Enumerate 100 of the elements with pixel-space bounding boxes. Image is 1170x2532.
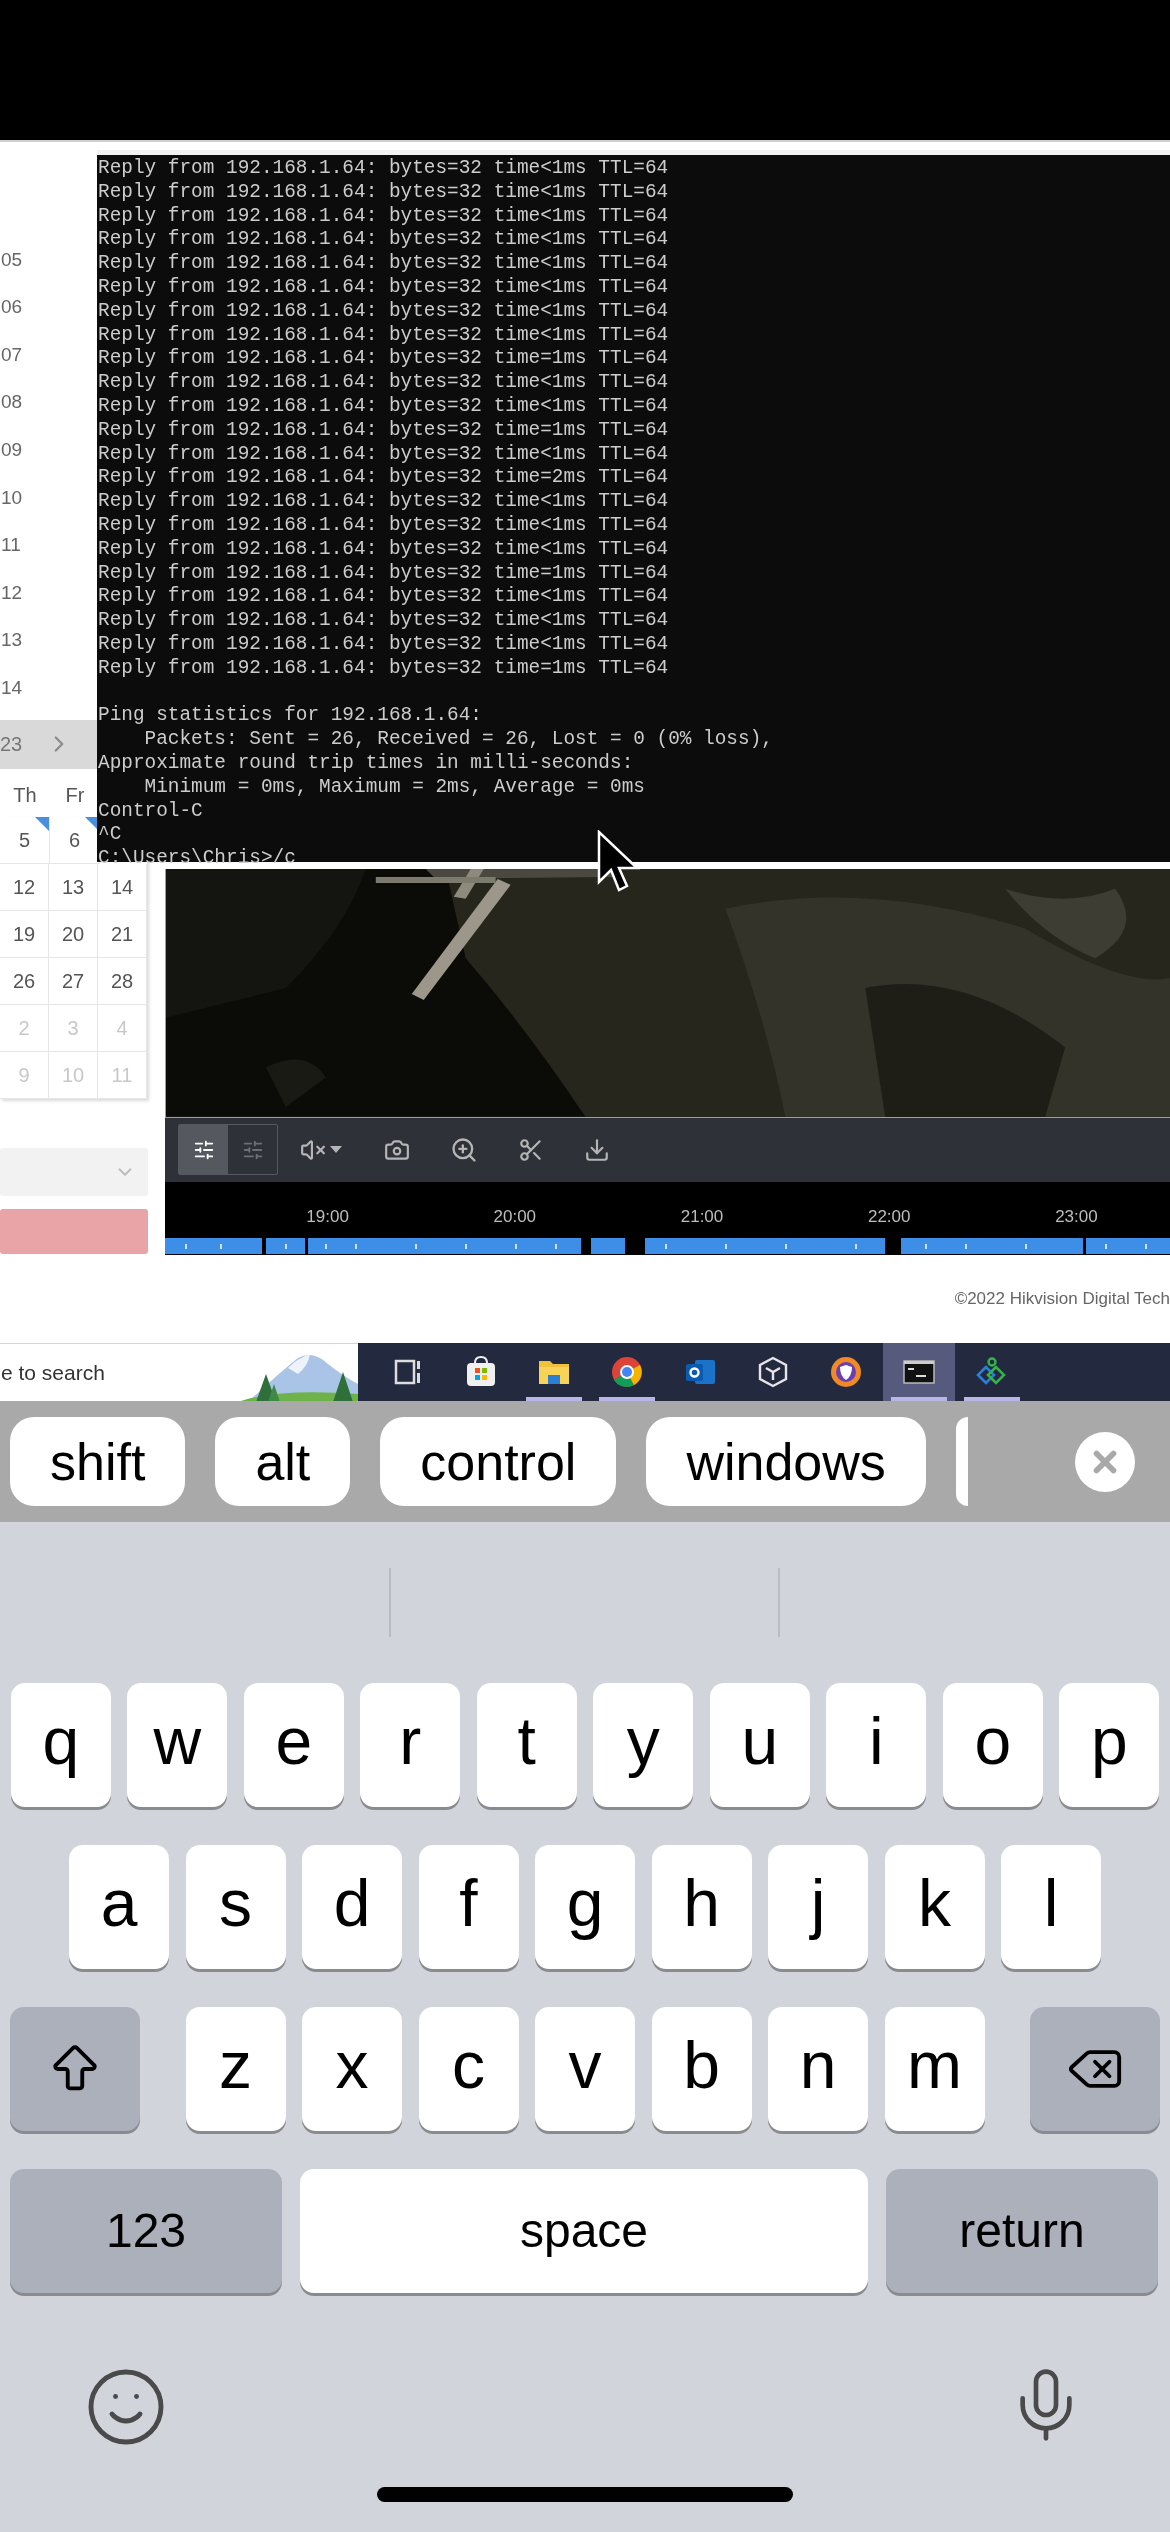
terminal-line: Reply from 192.168.1.64: bytes=32 time<1ms TTL=64 [98, 609, 669, 633]
modifier-key[interactable]: windows [646, 1417, 926, 1506]
terminal-line: Reply from 192.168.1.64: bytes=32 time<1ms TTL=64 [98, 632, 669, 657]
space-key[interactable]: space [300, 2169, 868, 2293]
delete-key[interactable] [1030, 2007, 1160, 2131]
letter-key[interactable]: f [418, 1845, 519, 1969]
letter-key[interactable]: x [302, 2007, 402, 2131]
terminal-line: Reply from 192.168.1.64: bytes=32 time<1ms TTL=64 [98, 490, 669, 514]
letter-key[interactable]: z [185, 2007, 286, 2131]
hour-label: 07 [0, 342, 23, 367]
letter-key[interactable]: o [942, 1683, 1043, 1807]
timeline-label: 23:00 [1054, 1205, 1099, 1228]
hour-label: 11 [0, 533, 21, 558]
calendar-day[interactable]: 13 [49, 863, 98, 911]
store-bag-icon [464, 1355, 498, 1389]
terminal-line: Reply from 192.168.1.64: bytes=32 time<1ms TTL=64 [98, 323, 669, 348]
hour-label: 09 [0, 437, 23, 462]
terminal-line: Packets: Sent = 26, Received = 26, Lost = 0 (0% loss), [143, 728, 773, 752]
zoom-in-icon[interactable] [450, 1135, 478, 1164]
shield-app-icon [829, 1355, 863, 1389]
hour-label: 14 [0, 675, 23, 700]
calendar-day[interactable]: 14 [98, 863, 147, 911]
letter-key[interactable]: n [768, 2007, 868, 2131]
terminal-line: Reply from 192.168.1.64: bytes=32 time=1ms TTL=64 [98, 418, 669, 443]
weekday-label: Th [12, 782, 38, 808]
terminal-line: Reply from 192.168.1.64: bytes=32 time<1ms TTL=64 [98, 204, 669, 229]
cube-icon [756, 1355, 790, 1389]
shift-key[interactable] [10, 2007, 140, 2131]
terminal-line: Reply from 192.168.1.64: bytes=32 time<1ms TTL=64 [98, 371, 669, 395]
letter-key[interactable]: e [243, 1683, 344, 1807]
terminal-line: Reply from 192.168.1.64: bytes=32 time<1ms TTL=64 [98, 513, 669, 538]
sliders-icon [192, 1138, 215, 1161]
scissors-icon[interactable] [518, 1136, 544, 1163]
download-icon[interactable] [584, 1136, 610, 1163]
modifier-key[interactable]: alt [215, 1417, 351, 1506]
month-label: 23 [0, 732, 23, 758]
calendar-day[interactable]: 12 [0, 863, 49, 911]
terminal-line: Reply from 192.168.1.64: bytes=32 time<1ms TTL=64 [98, 537, 669, 562]
terminal-line: Approximate round trip times in milli-seconds: [98, 751, 634, 776]
calendar-day[interactable]: 21 [98, 910, 147, 958]
terminal-line: Reply from 192.168.1.64: bytes=32 time<1ms TTL=64 [98, 252, 669, 276]
timeline-label: 19:00 [305, 1205, 350, 1228]
letter-key[interactable]: i [826, 1683, 927, 1807]
search-field[interactable]: e to search [0, 1343, 358, 1401]
terminal-line: Ping statistics for 192.168.1.64: [98, 704, 482, 729]
letter-key[interactable]: s [185, 1845, 286, 1969]
terminal-line: Reply from 192.168.1.64: bytes=32 time=1ms TTL=64 [98, 347, 669, 372]
copyright-text: ©2022 Hikvision Digital Tech [954, 1288, 1170, 1311]
letter-key[interactable]: r [360, 1683, 461, 1807]
terminal-line: Reply from 192.168.1.64: bytes=32 time<1ms TTL=64 [98, 442, 669, 467]
calendar-day[interactable]: 5 [0, 816, 50, 864]
dropdown-field[interactable] [0, 1147, 148, 1196]
letter-key[interactable]: m [884, 2007, 985, 2131]
recording-timeline-drawing[interactable] [165, 1237, 1170, 1254]
letter-key[interactable]: a [69, 1845, 169, 1969]
modifier-key[interactable]: control [380, 1417, 617, 1506]
letter-key[interactable]: h [651, 1845, 752, 1969]
letter-key[interactable]: y [593, 1683, 694, 1807]
letter-key[interactable]: d [302, 1845, 402, 1969]
letter-key[interactable]: j [768, 1845, 868, 1969]
terminal-line: Reply from 192.168.1.64: bytes=32 time<1ms TTL=64 [98, 276, 669, 300]
letter-key[interactable]: p [1059, 1683, 1160, 1807]
hour-label: 08 [0, 390, 23, 415]
calendar-day[interactable]: 19 [0, 910, 49, 958]
modifier-key[interactable]: shift [10, 1417, 186, 1506]
calendar-day[interactable]: 20 [49, 910, 98, 958]
timeline-label: 20:00 [492, 1205, 538, 1228]
terminal-line: Control-C [98, 799, 203, 824]
terminal-line: Reply from 192.168.1.64: bytes=32 time<1ms TTL=64 [98, 180, 669, 205]
calendar-day[interactable]: 27 [49, 957, 98, 1005]
timeline-label: 21:00 [679, 1205, 725, 1228]
taskbar-app-button[interactable] [883, 1343, 955, 1401]
calendar-day[interactable]: 28 [98, 957, 147, 1005]
view-toggle-button[interactable] [179, 1125, 228, 1175]
numbers-key[interactable]: 123 [10, 2169, 282, 2293]
terminal-line: Minimum = 0ms, Maximum = 2ms, Average = 0ms [143, 775, 645, 800]
letter-key[interactable]: q [10, 1683, 111, 1807]
hour-label: 06 [0, 295, 23, 320]
terminal-line: Reply from 192.168.1.64: bytes=32 time<1ms TTL=64 [98, 394, 669, 419]
letter-key[interactable]: g [535, 1845, 635, 1969]
sliders-icon [241, 1138, 264, 1161]
letter-key[interactable]: c [418, 2007, 519, 2131]
terminal-line: Reply from 192.168.1.64: bytes=32 time<1ms TTL=64 [98, 299, 669, 324]
terminal-line: ^C [98, 823, 122, 848]
timeline-label: 22:00 [866, 1205, 912, 1228]
hour-label: 05 [0, 247, 23, 272]
browser-logo-icon [610, 1355, 644, 1389]
return-key[interactable]: return [886, 2169, 1158, 2293]
letter-key[interactable]: v [535, 2007, 635, 2131]
calendar-day[interactable]: 26 [0, 957, 49, 1005]
terminal-line: Reply from 192.168.1.64: bytes=32 time=1ms TTL=64 [98, 656, 669, 681]
letter-key[interactable]: l [1001, 1845, 1101, 1969]
letter-key[interactable]: u [709, 1683, 810, 1807]
terminal-line: Reply from 192.168.1.64: bytes=32 time<1ms TTL=64 [98, 228, 669, 253]
terminal-line: Reply from 192.168.1.64: bytes=32 time=1ms TTL=64 [98, 561, 669, 586]
letter-key[interactable]: t [476, 1683, 577, 1807]
letter-key[interactable]: k [884, 1845, 985, 1969]
letter-key[interactable]: b [651, 2007, 752, 2131]
hour-label: 12 [0, 580, 23, 605]
letter-key[interactable]: w [127, 1683, 228, 1807]
